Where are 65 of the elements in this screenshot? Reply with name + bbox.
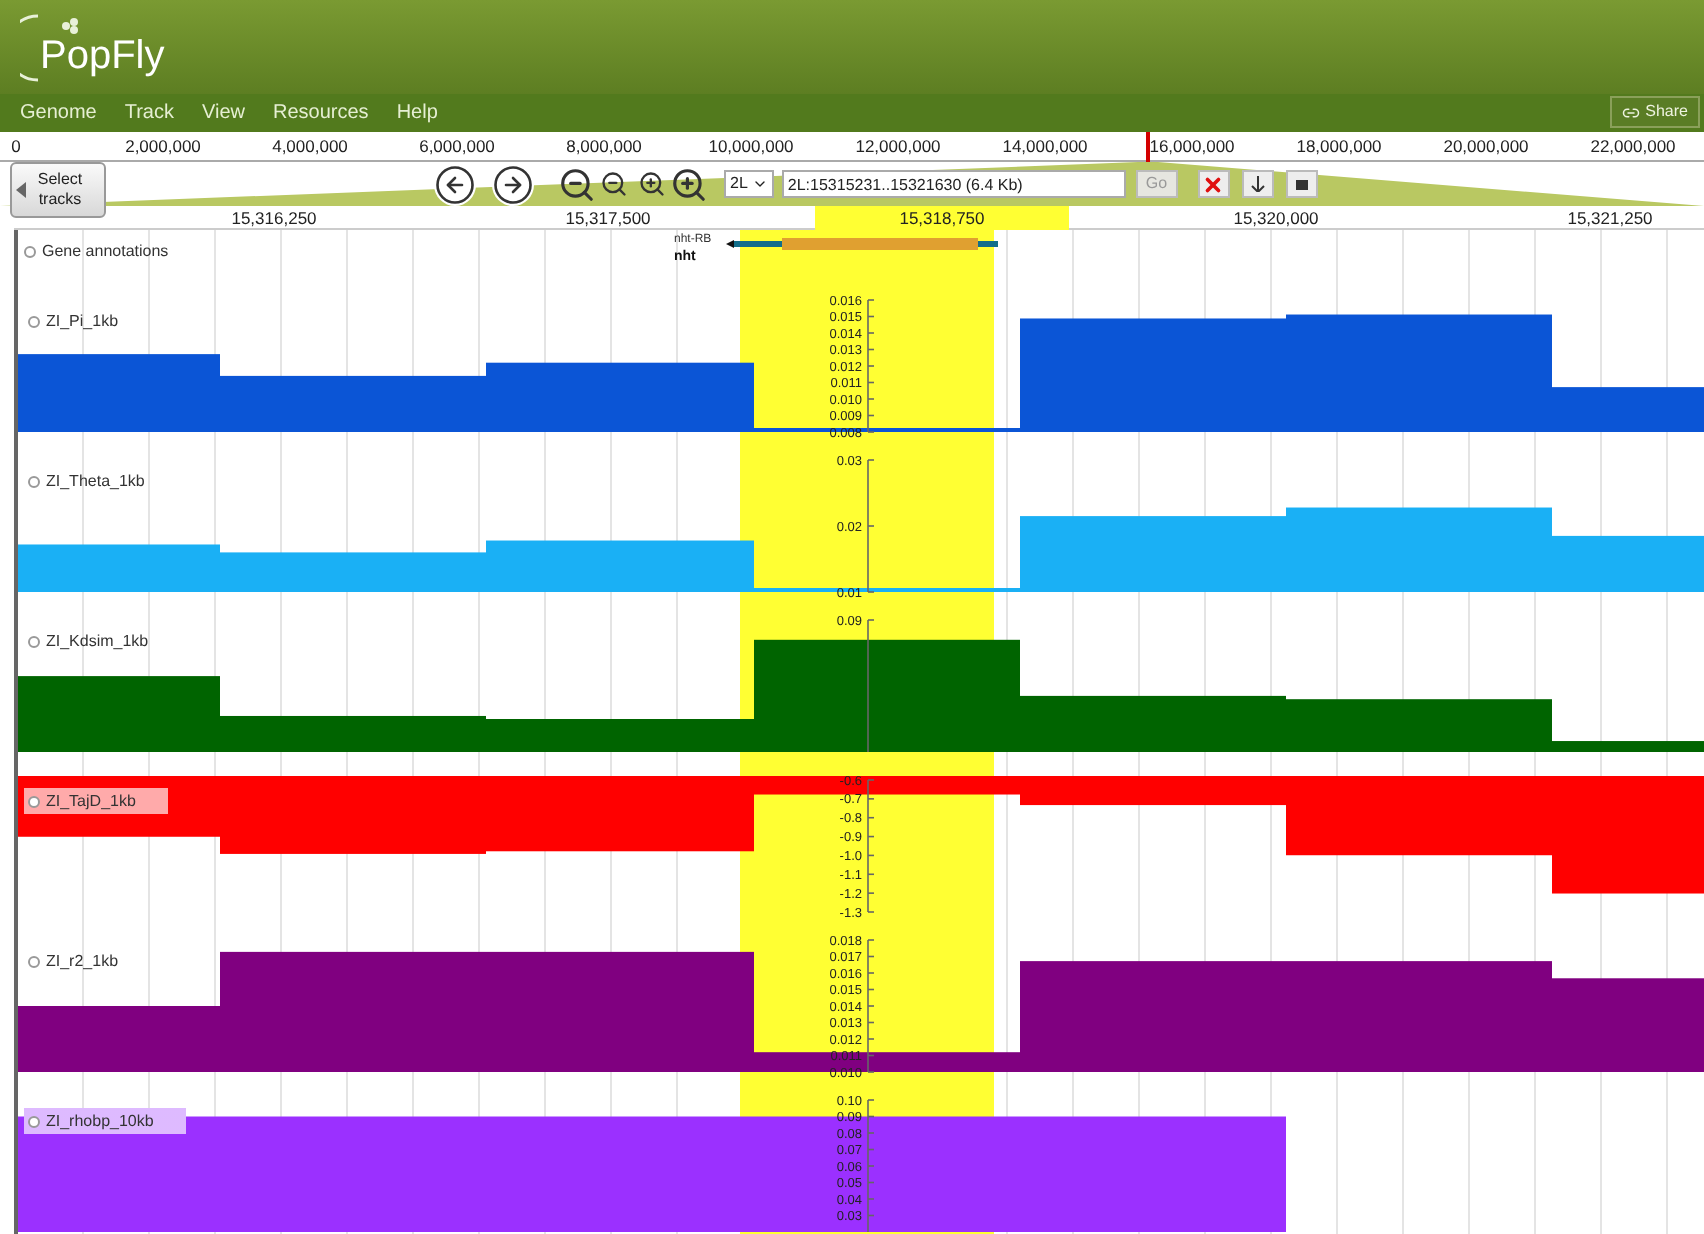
back-button[interactable] [434,163,476,205]
zoom-in-button[interactable] [670,165,708,203]
track-label[interactable]: ZI_Pi_1kb [24,308,151,334]
radio-icon[interactable] [28,795,40,807]
ruler-label: 20,000,000 [1443,134,1529,160]
ruler-label: 6,000,000 [419,134,495,160]
ruler-label: 15,317,500 [563,206,653,230]
close-icon [1202,173,1225,195]
track-label[interactable]: ZI_TajD_1kb [24,788,168,814]
logo-icon [20,11,40,83]
ruler-label: 2,000,000 [125,134,201,160]
ruler-label: 22,000,000 [1590,134,1676,160]
radio-icon[interactable] [24,246,36,258]
clear-button[interactable] [1197,170,1230,198]
menu-item[interactable]: View [202,98,245,128]
chromosome-dropdown[interactable]: 2L [724,170,774,198]
zoom-out-button[interactable] [600,170,628,198]
track-label[interactable]: Gene annotations [24,240,169,264]
zoom-out-button[interactable] [558,165,596,203]
y-axis [867,299,875,433]
link-icon [1621,103,1640,121]
ruler-label: 16,000,000 [1149,134,1235,160]
position-marker[interactable] [1146,132,1150,162]
location-field[interactable]: 2L:15315231..15321630 (6.4 Kb) [781,170,1126,198]
menu-item[interactable]: Genome [20,98,97,128]
ruler-label: 15,321,250 [1565,206,1655,230]
caret-icon [751,176,768,192]
ruler-label: 15,318,750 [815,206,1069,230]
toolbar-button[interactable] [1285,170,1318,198]
track-label[interactable]: ZI_Kdsim_1kb [24,628,181,654]
y-axis [867,619,875,753]
flower-icon [60,17,84,33]
track-label[interactable]: ZI_Theta_1kb [24,468,177,494]
zoom-in-button[interactable] [638,170,666,198]
ruler-label: 14,000,000 [1002,134,1088,160]
ruler-label: 8,000,000 [566,134,642,160]
y-axis [867,779,875,913]
forward-button[interactable] [492,163,534,205]
radio-icon[interactable] [28,1115,40,1127]
ruler-label: 12,000,000 [855,134,941,160]
track-label[interactable]: ZI_rhobp_10kb [24,1108,186,1134]
ruler-label: 4,000,000 [272,134,348,160]
select-tracks-button[interactable]: Select tracks [10,162,106,218]
y-axis [867,939,875,1073]
toolbar-button[interactable] [1241,170,1274,198]
y-axis [867,459,875,593]
radio-icon[interactable] [28,955,40,967]
arrow-down-icon [1249,176,1266,192]
logo-text: PopFly [40,33,165,77]
ruler-label: 18,000,000 [1296,134,1382,160]
ruler-label: 15,320,000 [1231,206,1321,230]
menu-item[interactable]: Track [124,98,174,128]
menu-item[interactable]: Resources [273,98,369,128]
collapse-icon [16,182,26,198]
radio-icon[interactable] [28,475,40,487]
radio-icon[interactable] [28,635,40,647]
share-button[interactable]: Share [1609,96,1700,128]
y-axis [867,1099,875,1233]
ruler-label: 0 [11,134,21,160]
ruler-label: 10,000,000 [708,134,794,160]
ruler-label: 15,316,250 [229,206,319,230]
square-icon [1293,176,1310,192]
menu-item[interactable]: Help [396,98,438,128]
radio-icon[interactable] [28,315,40,327]
track-label[interactable]: ZI_r2_1kb [24,948,151,974]
